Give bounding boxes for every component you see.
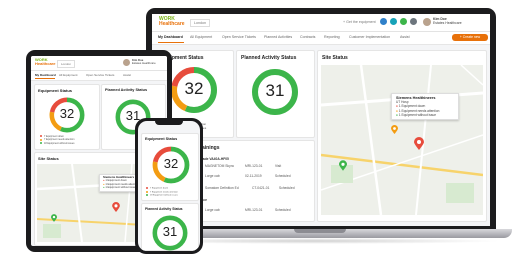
logo-line-2: Healthcare [159, 21, 185, 27]
tablet-map-pin-red-icon[interactable] [112, 202, 120, 212]
phone-planned-activity-title: Planned Activity Status [145, 207, 183, 211]
training-row-1-c: Visit [275, 164, 282, 168]
training-row-5-a: Lorge cab [205, 208, 220, 212]
header-icons [380, 18, 417, 25]
training-row-3-a: Somatom Definition Ed [205, 186, 239, 190]
phone-equipment-status-card: Equipment Status 32 7 Equipment down 7 E… [141, 133, 199, 201]
training-row-1-a: MAGNETOM Skyra [205, 164, 234, 168]
planned-activity-title: Planned Activity Status [241, 55, 297, 61]
phone-notch [155, 121, 183, 125]
site-status-title: Site Status [322, 55, 348, 61]
phone-planned-activity-value: 31 [162, 224, 178, 239]
map-pin-red-icon[interactable] [414, 137, 424, 150]
active-tab-indicator [158, 42, 184, 43]
training-row-2-c: Scheduled [275, 174, 291, 178]
popup-line-3: ● 1 Equipment without issue [396, 112, 437, 117]
tablet-site-status-title: Site Status [38, 156, 59, 161]
location-select[interactable]: London [190, 19, 210, 27]
equipment-status-value: 32 [184, 79, 204, 98]
tablet-equipment-status-value: 32 [59, 106, 75, 121]
phone-equipment-legend: 7 Equipment down 7 Equipment needs atten… [146, 187, 178, 198]
phone-equipment-status-value: 32 [163, 156, 179, 171]
tablet-avatar[interactable] [123, 59, 130, 66]
app-logo[interactable]: WORK Healthcare [159, 17, 185, 27]
nav-bar: My Dashboard All Equipment Open Service … [152, 32, 490, 45]
tab-assist[interactable]: Assist [400, 35, 410, 39]
tab-open-service-tickets[interactable]: Open Service Tickets [222, 35, 256, 39]
laptop-notch [294, 229, 346, 233]
site-status-card: Site Status Siemens Healthineers UT Hosp [317, 50, 487, 222]
tab-all-equipment[interactable]: All Equipment [190, 35, 212, 39]
user-info[interactable]: Kim Doe Estates Healthcare [433, 17, 462, 25]
training-row-5-c: Scheduled [275, 208, 291, 212]
tab-contracts[interactable]: Contracts [300, 35, 315, 39]
tablet-equipment-legend: 7 Equipment down 7 Equipment needs atten… [40, 135, 74, 145]
top-bar: WORK Healthcare London + Get the equipmen… [152, 14, 490, 32]
tablet-tab-assist[interactable]: Assist [123, 73, 131, 77]
phone-display: Equipment Status 32 7 Equipment down 7 E… [138, 121, 200, 251]
tablet-map-pin-green-icon[interactable] [51, 214, 57, 222]
training-row-3-c: Scheduled [279, 186, 295, 190]
notification-icon[interactable] [380, 18, 387, 25]
settings-icon[interactable] [410, 18, 417, 25]
tablet-location-select[interactable]: London [57, 60, 76, 68]
phone-planned-activity-card: Planned Activity Status 31 [141, 203, 199, 251]
training-row-3-b: CT-0421-01 [252, 186, 270, 190]
tablet-user-role: Estates Healthcare [132, 61, 156, 66]
training-row-1-b: MRI-123-01 [245, 164, 263, 168]
site-map[interactable]: Siemens Healthineers UT Hosp ● 1 Equipme… [321, 65, 483, 215]
tablet-equipment-status-title: Equipment Status [38, 88, 73, 93]
tablet-active-tab-indicator [35, 78, 55, 79]
tablet-nav-bar: My Dashboard All Equipment Open Service … [31, 71, 167, 81]
map-roads [321, 65, 483, 215]
create-new-button[interactable]: + Create new [452, 34, 488, 41]
tablet-top-bar: WORK Healthcare London Kim Doe Estates He… [31, 56, 167, 71]
map-pin-orange-icon[interactable] [391, 125, 398, 134]
phone-equipment-status-title: Equipment Status [145, 137, 178, 141]
tablet-user-info[interactable]: Kim Doe Estates Healthcare [132, 58, 156, 66]
get-equipment-button[interactable]: + Get the equipment [340, 19, 379, 25]
map-pin-green-icon[interactable] [339, 160, 347, 171]
avatar[interactable] [423, 18, 431, 26]
chat-icon[interactable] [390, 18, 397, 25]
training-row-2-a: Lorge cab [205, 174, 220, 178]
help-icon[interactable] [400, 18, 407, 25]
planned-activity-value: 31 [265, 81, 285, 100]
phone-frame: Equipment Status 32 7 Equipment down 7 E… [135, 118, 203, 254]
tablet-logo-line-2: Healthcare [35, 61, 56, 66]
tablet-tab-my-dashboard[interactable]: My Dashboard [35, 73, 56, 77]
tab-customer-implementation[interactable]: Customer Implementation [349, 35, 390, 39]
planned-activity-card: Planned Activity Status 31 [236, 50, 315, 138]
user-role: Estates Healthcare [433, 21, 462, 25]
training-row-2-b: 02-11-2019 [245, 174, 262, 178]
tab-planned-activities[interactable]: Planned Activities [264, 35, 292, 39]
tab-reporting[interactable]: Reporting [324, 35, 340, 39]
tablet-logo[interactable]: WORK Healthcare [35, 58, 55, 66]
site-popup: Siemens Healthineers UT Hosp ● 1 Equipme… [391, 93, 459, 121]
training-row-5-b: MRI-123-01 [245, 208, 263, 212]
tablet-planned-activity-title: Planned Activity Status [105, 88, 148, 92]
tab-my-dashboard[interactable]: My Dashboard [158, 35, 183, 39]
tablet-tab-open-service-tickets[interactable]: Open Service Tickets [86, 73, 114, 77]
tablet-tab-all-equipment[interactable]: All Equipment [59, 73, 78, 77]
tablet-equipment-status-card: Equipment Status 32 7 Equipment down 7 E… [34, 84, 100, 150]
